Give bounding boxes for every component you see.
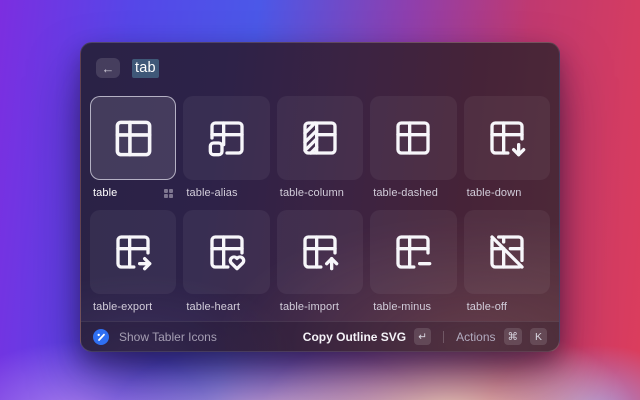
- grid-item-table-column[interactable]: table-column: [277, 96, 363, 199]
- back-arrow-icon: ←: [102, 62, 115, 75]
- icon-card: [464, 210, 550, 294]
- icon-name-label: table-heart: [186, 301, 240, 313]
- icon-card: [183, 96, 269, 180]
- app-name-label: Show Tabler Icons: [119, 330, 217, 344]
- icon-name-label: table-export: [93, 301, 152, 313]
- grid-item-table-down[interactable]: table-down: [464, 96, 550, 199]
- table-down-icon: [487, 118, 527, 158]
- primary-action-button[interactable]: Copy Outline SVG: [303, 330, 406, 344]
- back-button[interactable]: ←: [96, 58, 120, 78]
- cmd-key-badge: ⌘: [504, 328, 523, 345]
- tabler-logo-icon: [93, 329, 109, 345]
- search-selection: tab: [132, 59, 159, 78]
- icon-name-label: table-column: [280, 187, 344, 199]
- search-input[interactable]: tab: [132, 60, 159, 76]
- grid-item-table-heart[interactable]: table-heart: [183, 210, 269, 313]
- icon-card: [277, 210, 363, 294]
- icon-card: [183, 210, 269, 294]
- table-heart-icon: [207, 232, 247, 272]
- raycast-window: ← tab table table-alias table-column table-…: [80, 42, 560, 352]
- icon-name-label: table-minus: [373, 301, 431, 313]
- icon-name-label: table-alias: [186, 187, 237, 199]
- grid-item-table-export[interactable]: table-export: [90, 210, 176, 313]
- footer-bar: Show Tabler Icons Copy Outline SVG ↵ Act…: [81, 321, 559, 351]
- table-off-icon: [487, 232, 527, 272]
- footer-divider: [443, 331, 444, 343]
- table-import-icon: [300, 232, 340, 272]
- icon-grid: table table-alias table-column table-dashed…: [81, 94, 559, 321]
- table-icon: [112, 117, 155, 160]
- grid-item-table-import[interactable]: table-import: [277, 210, 363, 313]
- search-bar: ← tab: [81, 43, 559, 93]
- grid-type-badge-icon: [164, 189, 173, 198]
- table-dashed-icon: [393, 118, 433, 158]
- table-alias-icon: [207, 118, 247, 158]
- icon-name-label: table: [93, 187, 117, 199]
- enter-key-badge: ↵: [414, 328, 431, 345]
- table-export-icon: [113, 232, 153, 272]
- grid-item-table-alias[interactable]: table-alias: [183, 96, 269, 199]
- icon-name-label: table-off: [467, 301, 507, 313]
- grid-item-table-minus[interactable]: table-minus: [370, 210, 456, 313]
- grid-item-table[interactable]: table: [90, 96, 176, 199]
- k-key-badge: K: [530, 328, 547, 345]
- icon-name-label: table-import: [280, 301, 339, 313]
- icon-card: [90, 96, 176, 180]
- table-minus-icon: [393, 232, 433, 272]
- grid-item-table-off[interactable]: table-off: [464, 210, 550, 313]
- icon-card: [277, 96, 363, 180]
- icon-name-label: table-dashed: [373, 187, 438, 199]
- icon-card: [370, 96, 456, 180]
- grid-item-table-dashed[interactable]: table-dashed: [370, 96, 456, 199]
- icon-card: [90, 210, 176, 294]
- icon-card: [370, 210, 456, 294]
- table-column-icon: [300, 118, 340, 158]
- icon-name-label: table-down: [467, 187, 522, 199]
- icon-card: [464, 96, 550, 180]
- actions-button[interactable]: Actions: [456, 330, 495, 344]
- footer-app: Show Tabler Icons: [93, 329, 217, 345]
